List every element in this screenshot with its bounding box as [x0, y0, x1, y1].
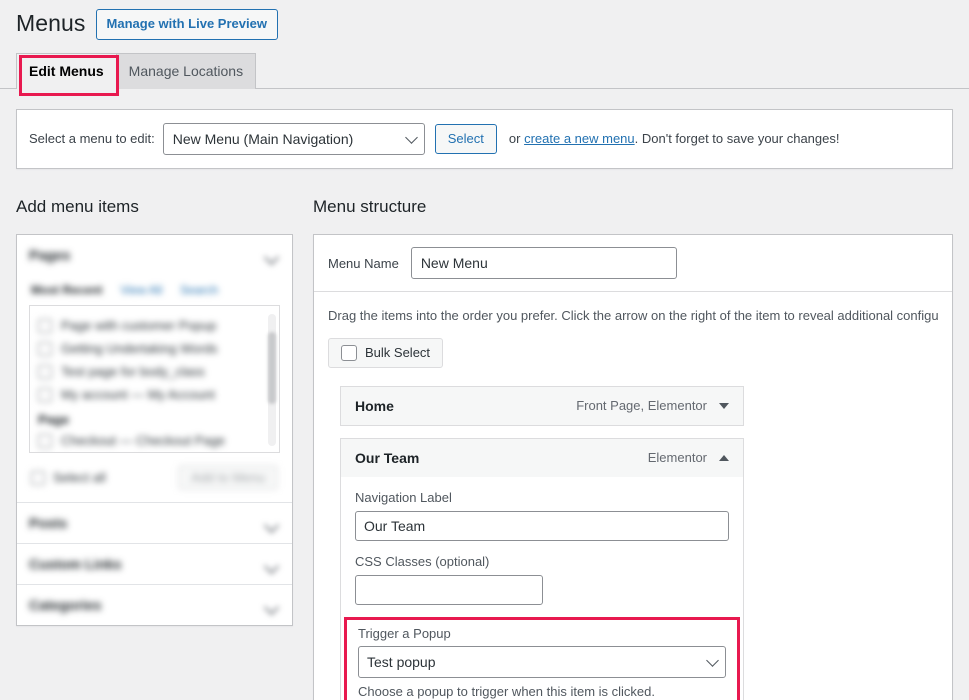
tab-search[interactable]: Search: [180, 283, 218, 297]
navigation-label-input[interactable]: [355, 511, 729, 541]
menu-to-edit-select-wrapper: New Menu (Main Navigation): [163, 123, 425, 155]
accordion-header-custom-links[interactable]: Custom Links: [17, 544, 292, 584]
list-scrollbar[interactable]: [268, 314, 276, 446]
accordion-header-posts[interactable]: Posts: [17, 503, 292, 543]
menu-item-header[interactable]: Our Team Elementor: [341, 439, 743, 477]
chevron-up-icon[interactable]: [719, 455, 729, 461]
checkbox-icon[interactable]: [38, 319, 52, 333]
bulk-select-label: Bulk Select: [365, 345, 430, 360]
menu-item-type-label: Front Page, Elementor: [576, 398, 707, 413]
menu-name-row: Menu Name: [314, 235, 952, 292]
menu-name-input[interactable]: [411, 247, 677, 279]
add-to-menu-button[interactable]: Add to Menu: [178, 465, 278, 490]
accordion-title-custom-links: Custom Links: [29, 556, 122, 572]
trigger-popup-select-wrapper: Test popup: [358, 646, 726, 678]
select-all-label: Select all: [53, 470, 106, 485]
manage-with-live-preview-button[interactable]: Manage with Live Preview: [96, 9, 278, 40]
menus-admin-page: Menus Manage with Live Preview Edit Menu…: [0, 0, 969, 700]
list-item[interactable]: Test page for body_class: [38, 360, 273, 383]
menu-items-list: Home Front Page, Elementor Our Team: [328, 368, 938, 700]
list-item[interactable]: My account — My Account: [38, 383, 273, 406]
page-header: Menus Manage with Live Preview: [0, 0, 969, 40]
trigger-a-popup-group: Trigger a Popup Test popup Choose a popu…: [344, 617, 740, 700]
navigation-label-label: Navigation Label: [355, 489, 729, 507]
chevron-toggle-icon[interactable]: [264, 556, 280, 572]
list-item[interactable]: Checkout — Checkout Page: [38, 429, 273, 452]
select-menu-button[interactable]: Select: [435, 124, 497, 154]
navigation-label-field: Navigation Label: [355, 489, 729, 541]
accordion-header-pages[interactable]: Pages: [17, 235, 292, 275]
checkbox-icon[interactable]: [38, 365, 52, 379]
chevron-toggle-icon[interactable]: [264, 515, 280, 531]
trigger-popup-hint: Choose a popup to trigger when this item…: [358, 678, 726, 700]
list-group-label: Page: [38, 406, 273, 429]
menu-item-title: Home: [355, 398, 394, 414]
accordion-body-pages: Most Recent View All Search Page with cu…: [17, 275, 292, 502]
list-item-label: Test page for body_class: [61, 364, 205, 379]
menu-structure-column: Menu structure Menu Name Drag the items …: [313, 195, 953, 700]
css-classes-input[interactable]: [355, 575, 543, 605]
menu-name-label: Menu Name: [328, 256, 399, 271]
save-changes-hint: . Don't forget to save your changes!: [635, 131, 840, 146]
pages-view-tabs: Most Recent View All Search: [29, 275, 280, 305]
menu-item-type-label: Elementor: [648, 450, 707, 465]
menu-item-header[interactable]: Home Front Page, Elementor: [341, 387, 743, 425]
css-classes-field: CSS Classes (optional): [355, 553, 729, 605]
chevron-down-icon[interactable]: [719, 403, 729, 409]
tab-edit-menus[interactable]: Edit Menus: [16, 53, 117, 89]
checkbox-icon[interactable]: [341, 345, 357, 361]
chevron-toggle-icon[interactable]: [264, 597, 280, 613]
css-classes-label: CSS Classes (optional): [355, 553, 729, 571]
tab-manage-locations[interactable]: Manage Locations: [116, 53, 256, 89]
add-menu-items-heading: Add menu items: [16, 195, 293, 219]
menu-structure-body: Drag the items into the order you prefer…: [314, 292, 952, 700]
menu-to-edit-select[interactable]: New Menu (Main Navigation): [163, 123, 425, 155]
menu-item-home[interactable]: Home Front Page, Elementor: [340, 386, 744, 426]
chevron-toggle-icon[interactable]: [264, 247, 280, 263]
accordion-header-categories[interactable]: Categories: [17, 585, 292, 625]
create-menu-hint: or create a new menu. Don't forget to sa…: [509, 131, 840, 146]
accordion-title-categories: Categories: [29, 597, 101, 613]
or-text: or: [509, 131, 521, 146]
add-menu-items-accordion: Pages Most Recent View All Search: [16, 234, 293, 626]
list-item-label: Getting Undertaking Words: [61, 341, 218, 356]
accordion-panel-custom-links: Custom Links: [17, 544, 292, 585]
accordion-panel-categories: Categories: [17, 585, 292, 625]
checkbox-icon[interactable]: [38, 434, 52, 448]
checkbox-icon[interactable]: [38, 388, 52, 402]
drag-hint-text: Drag the items into the order you prefer…: [328, 306, 938, 326]
accordion-title-pages: Pages: [29, 247, 70, 263]
accordion-title-posts: Posts: [29, 515, 67, 531]
trigger-a-popup-label: Trigger a Popup: [358, 625, 726, 643]
pages-checkbox-list[interactable]: Page with customer Popup Getting Underta…: [29, 305, 280, 453]
checkbox-icon[interactable]: [38, 342, 52, 356]
menu-item-settings: Navigation Label CSS Classes (optional) …: [341, 477, 743, 700]
list-item[interactable]: Cart — Cart Page: [38, 452, 273, 453]
checkbox-icon[interactable]: [31, 471, 45, 485]
menu-item-title: Our Team: [355, 450, 419, 466]
select-all-control[interactable]: Select all: [31, 470, 106, 485]
tab-view-all[interactable]: View All: [120, 283, 162, 297]
trigger-popup-select[interactable]: Test popup: [358, 646, 726, 678]
page-title: Menus: [16, 9, 86, 39]
add-menu-items-column: Add menu items Pages Most Recent View Al…: [16, 195, 293, 627]
accordion-panel-posts: Posts: [17, 503, 292, 544]
pages-panel-footer: Select all Add to Menu: [29, 453, 280, 492]
bulk-select-button[interactable]: Bulk Select: [328, 338, 443, 368]
tab-bar: Edit Menus Manage Locations: [0, 53, 969, 89]
content-columns: Add menu items Pages Most Recent View Al…: [0, 195, 969, 700]
list-item[interactable]: Page with customer Popup: [38, 314, 273, 337]
list-item-label: Page with customer Popup: [61, 318, 216, 333]
list-item-label: Checkout — Checkout Page: [61, 433, 225, 448]
list-item[interactable]: Getting Undertaking Words: [38, 337, 273, 360]
tab-most-recent[interactable]: Most Recent: [31, 283, 102, 297]
accordion-panel-pages: Pages Most Recent View All Search: [17, 235, 292, 503]
list-item-label: My account — My Account: [61, 387, 215, 402]
menu-structure-panel: Menu Name Drag the items into the order …: [313, 234, 953, 700]
menu-structure-heading: Menu structure: [313, 195, 953, 219]
menu-select-bar: Select a menu to edit: New Menu (Main Na…: [16, 109, 953, 169]
menu-item-our-team[interactable]: Our Team Elementor Navigation Label: [340, 438, 744, 700]
select-menu-label: Select a menu to edit:: [29, 131, 155, 146]
create-a-new-menu-link[interactable]: create a new menu: [524, 131, 635, 146]
